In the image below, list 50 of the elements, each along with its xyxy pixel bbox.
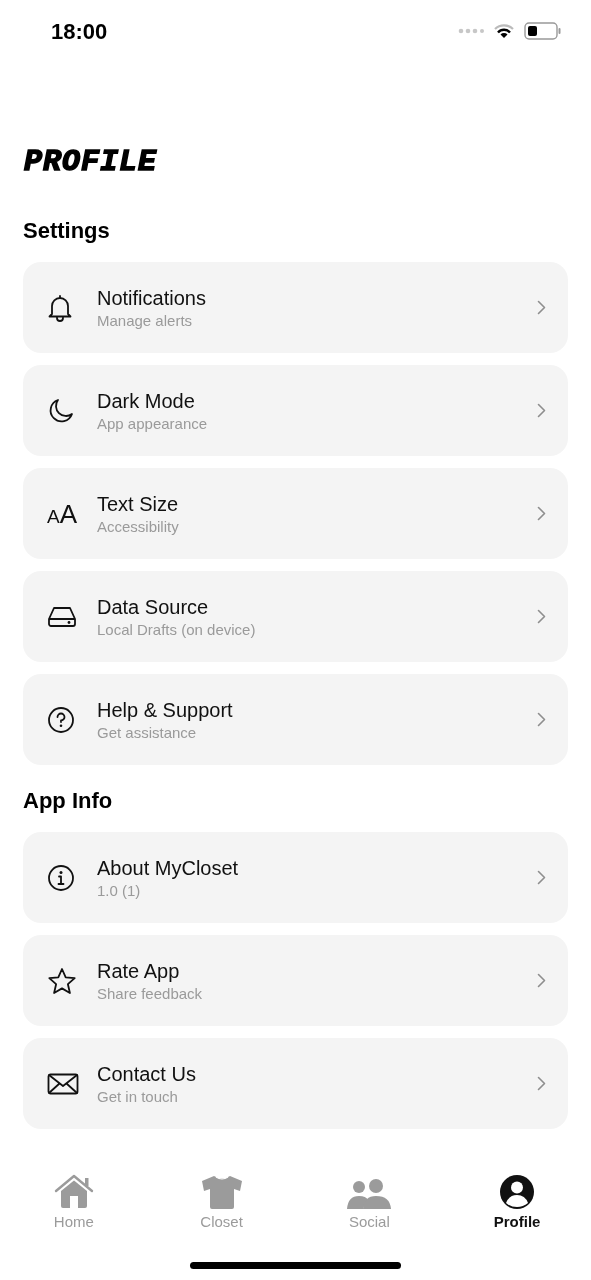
wifi-icon [494,23,514,39]
row-title: Data Source [97,594,210,620]
section-heading: Settings [23,217,111,245]
section-heading: App Info [23,787,114,815]
row-subtitle: Accessibility [97,516,180,537]
row-subtitle: Share feedback [97,983,204,1004]
settings-row[interactable]: Data Source Local Drafts (on device) [23,571,568,662]
bell-icon [47,293,73,322]
row-subtitle: Get assistance [97,722,198,743]
settings-row[interactable]: Dark Mode App appearance [23,365,568,456]
row-subtitle: Get in touch [97,1086,179,1107]
row-subtitle: 1.0 (1) [97,880,142,901]
star-icon [47,966,77,995]
row-title: Rate App [97,958,181,984]
row-title: Notifications [97,285,207,311]
row-subtitle: Manage alerts [97,310,194,331]
chevron-right-icon [537,300,546,315]
text-size-icon: AA [47,500,78,527]
chevron-right-icon [537,973,546,988]
profile-icon [499,1174,536,1210]
battery-icon [524,22,561,40]
moon-icon [47,396,75,425]
page-title: PROFILE [24,144,159,181]
settings-row[interactable]: Notifications Manage alerts [23,262,568,353]
chevron-right-icon [537,712,546,727]
chevron-right-icon [537,609,546,624]
drive-icon [47,605,77,628]
row-subtitle: App appearance [97,413,209,434]
row-subtitle: Local Drafts (on device) [97,619,257,640]
signal-icon [458,28,484,34]
row-title: Text Size [97,491,180,517]
chevron-right-icon [537,870,546,885]
row-title: Dark Mode [97,388,196,414]
settings-row[interactable]: Contact Us Get in touch [23,1038,568,1129]
row-title: About MyCloset [97,855,240,881]
status-time: 18:00 [51,17,108,46]
tab-bar-item[interactable]: Profile [443,1166,591,1232]
chevron-right-icon [537,403,546,418]
chevron-right-icon [537,1076,546,1091]
house-icon [53,1174,94,1210]
row-title: Help & Support [97,697,234,723]
envelope-icon [47,1072,79,1095]
row-title: Contact Us [97,1061,197,1087]
settings-row[interactable]: Rate App Share feedback [23,935,568,1026]
question-icon [47,705,75,734]
settings-row[interactable]: Help & Support Get assistance [23,674,568,765]
chevron-right-icon [537,506,546,521]
people-icon [346,1178,393,1210]
info-icon [47,863,75,892]
settings-row[interactable]: About MyCloset 1.0 (1) [23,832,568,923]
